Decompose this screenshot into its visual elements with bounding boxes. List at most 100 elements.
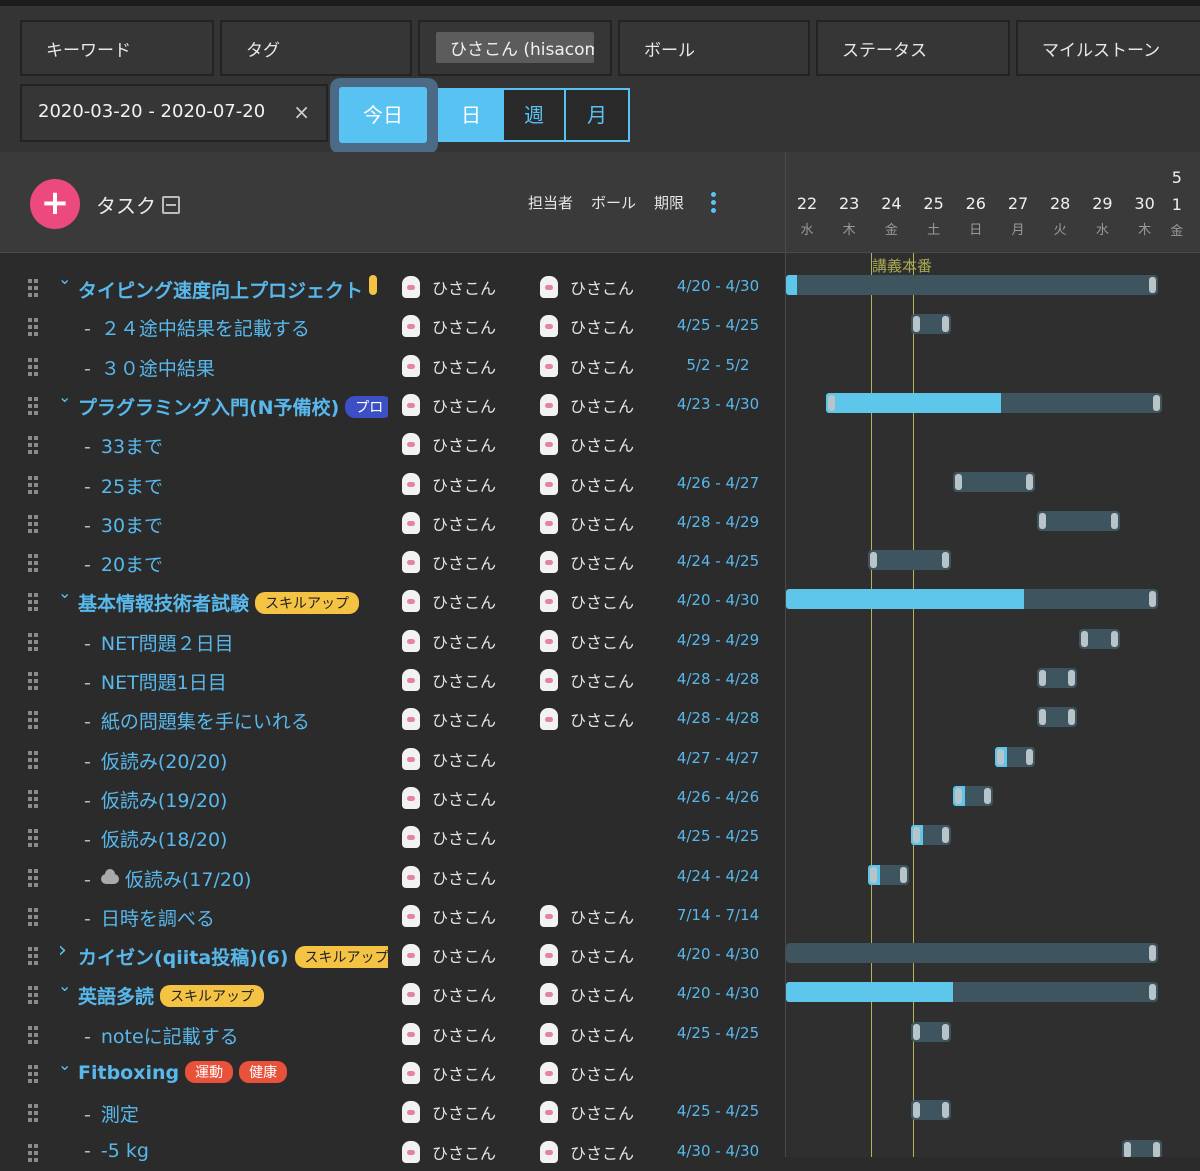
- chevron-down-icon[interactable]: ⌄: [58, 269, 71, 288]
- task-name[interactable]: カイゼン(qiita投稿)(6) スキルアップ: [78, 943, 388, 970]
- task-row[interactable]: - noteに記載する ひさこん ひさこん 4/25 - 4/25: [0, 1014, 785, 1053]
- ball-cell[interactable]: ひさこん: [540, 1140, 634, 1164]
- bar-handle-right[interactable]: [1026, 473, 1034, 490]
- gantt-bar[interactable]: [1037, 668, 1078, 688]
- assignee-cell[interactable]: ひさこん: [402, 589, 496, 613]
- task-row[interactable]: -20まで ひさこん ひさこん 4/24 - 4/25: [0, 542, 785, 581]
- chevron-down-icon[interactable]: ⌄: [58, 387, 71, 406]
- view-day-button[interactable]: 日: [438, 88, 504, 142]
- drag-handle-icon[interactable]: [28, 750, 42, 769]
- task-name[interactable]: - noteに記載する: [84, 1022, 239, 1049]
- bar-handle-right[interactable]: [1152, 1141, 1160, 1157]
- chevron-right-icon[interactable]: ›: [58, 938, 67, 963]
- task-row[interactable]: - 仮読み(20/20) ひさこん 4/27 - 4/27: [0, 739, 785, 778]
- assignee-cell[interactable]: ひさこん: [402, 904, 496, 928]
- task-row[interactable]: -33まで ひさこん ひさこん: [0, 424, 785, 463]
- deadline-cell[interactable]: 4/25 - 4/25: [676, 1024, 760, 1042]
- gantt-bar[interactable]: [786, 589, 1158, 610]
- drag-handle-icon[interactable]: [28, 396, 42, 415]
- kebab-menu-icon[interactable]: [711, 192, 717, 216]
- deadline-cell[interactable]: 4/24 - 4/24: [676, 867, 760, 885]
- task-row[interactable]: ⌄ 英語多読 スキルアップ ひさこん ひさこん 4/20 - 4/30: [0, 974, 785, 1013]
- ball-cell[interactable]: ひさこん: [540, 314, 634, 338]
- deadline-cell[interactable]: 4/20 - 4/30: [676, 945, 760, 963]
- drag-handle-icon[interactable]: [28, 318, 42, 337]
- assignee-cell[interactable]: ひさこん: [402, 865, 496, 889]
- drag-handle-icon[interactable]: [28, 947, 42, 966]
- assignee-cell[interactable]: ひさこん: [402, 472, 496, 496]
- assignee-cell[interactable]: ひさこん: [402, 1061, 496, 1085]
- bar-handle-left[interactable]: [954, 473, 962, 490]
- deadline-cell[interactable]: 4/28 - 4/28: [676, 709, 760, 727]
- task-name[interactable]: -３０途中結果: [84, 354, 215, 381]
- deadline-cell[interactable]: 4/29 - 4/29: [676, 631, 760, 649]
- task-name[interactable]: - 仮読み(19/20): [84, 786, 227, 813]
- bar-handle-left[interactable]: [912, 1102, 920, 1119]
- deadline-cell[interactable]: 4/28 - 4/28: [676, 670, 760, 688]
- clear-date-icon[interactable]: ×: [293, 100, 310, 124]
- bar-handle-left[interactable]: [870, 866, 878, 883]
- chevron-down-icon[interactable]: ⌄: [58, 976, 71, 995]
- tag-filter[interactable]: タグ: [220, 20, 412, 76]
- ball-filter[interactable]: ボール: [618, 20, 810, 76]
- task-row[interactable]: - -5 kg ひさこん ひさこん 4/30 - 4/30: [0, 1132, 785, 1171]
- drag-handle-icon[interactable]: [28, 711, 42, 730]
- bar-handle-left[interactable]: [1123, 1141, 1131, 1157]
- bar-handle-left[interactable]: [997, 748, 1004, 765]
- keyword-filter[interactable]: キーワード: [20, 20, 214, 76]
- task-name[interactable]: 英語多読 スキルアップ: [78, 982, 265, 1009]
- assignee-cell[interactable]: ひさこん: [402, 982, 496, 1006]
- ball-cell[interactable]: ひさこん: [540, 668, 634, 692]
- task-row[interactable]: - 日時を調べる ひさこん ひさこん 7/14 - 7/14: [0, 896, 785, 935]
- drag-handle-icon[interactable]: [28, 907, 42, 926]
- task-row[interactable]: - 測定 ひさこん ひさこん 4/25 - 4/25: [0, 1092, 785, 1131]
- view-week-button[interactable]: 週: [502, 88, 566, 142]
- plus-icon[interactable]: +: [30, 179, 80, 229]
- assignee-filter[interactable]: ひさこん (hisacom: [418, 20, 612, 76]
- bar-handle-right[interactable]: [1152, 394, 1160, 411]
- bar-handle-right[interactable]: [1149, 984, 1156, 1001]
- drag-handle-icon[interactable]: [28, 514, 42, 533]
- gantt-bar[interactable]: [910, 314, 951, 335]
- deadline-cell[interactable]: 4/27 - 4/27: [676, 749, 760, 767]
- ball-cell[interactable]: ひさこん: [540, 354, 634, 378]
- status-filter[interactable]: ステータス: [816, 20, 1010, 76]
- bar-handle-right[interactable]: [983, 787, 991, 804]
- bar-handle-left[interactable]: [912, 316, 920, 333]
- task-row[interactable]: - 紙の問題集を手にいれる ひさこん ひさこん 4/28 - 4/28: [0, 699, 785, 738]
- ball-cell[interactable]: ひさこん: [540, 393, 634, 417]
- bar-handle-right[interactable]: [899, 866, 907, 883]
- drag-handle-icon[interactable]: [28, 829, 42, 848]
- ball-cell[interactable]: ひさこん: [540, 432, 634, 456]
- assignee-cell[interactable]: ひさこん: [402, 629, 496, 653]
- bar-handle-left[interactable]: [870, 552, 878, 569]
- tag-badge[interactable]: [369, 275, 378, 295]
- bar-handle-right[interactable]: [1149, 591, 1156, 608]
- assignee-cell[interactable]: ひさこん: [402, 1100, 496, 1124]
- deadline-cell[interactable]: 4/24 - 4/25: [676, 552, 760, 570]
- gantt-bar[interactable]: [1079, 628, 1120, 649]
- tag-badge[interactable]: 運動: [185, 1061, 234, 1083]
- drag-handle-icon[interactable]: [28, 632, 42, 651]
- deadline-cell[interactable]: 4/25 - 4/25: [676, 1102, 760, 1120]
- task-row[interactable]: -３０途中結果 ひさこん ひさこん 5/2 - 5/2: [0, 346, 785, 385]
- assignee-chip[interactable]: ひさこん (hisacom: [436, 32, 594, 63]
- assignee-cell[interactable]: ひさこん: [402, 1140, 496, 1164]
- gantt-bar[interactable]: [952, 785, 993, 806]
- drag-handle-icon[interactable]: [28, 1025, 42, 1044]
- drag-handle-icon[interactable]: [28, 475, 42, 494]
- gantt-bar[interactable]: [910, 1021, 951, 1042]
- deadline-cell[interactable]: 5/2 - 5/2: [676, 356, 760, 374]
- assignee-cell[interactable]: ひさこん: [402, 275, 496, 299]
- ball-cell[interactable]: ひさこん: [540, 511, 634, 535]
- deadline-cell[interactable]: 4/26 - 4/26: [676, 788, 760, 806]
- task-name[interactable]: - 測定: [84, 1100, 139, 1127]
- drag-handle-icon[interactable]: [28, 1143, 42, 1162]
- ball-cell[interactable]: ひさこん: [540, 1061, 634, 1085]
- bar-handle-right[interactable]: [1068, 670, 1076, 686]
- gantt-bar[interactable]: [952, 471, 1036, 492]
- tag-badge[interactable]: スキルアップ: [160, 985, 265, 1008]
- bar-handle-right[interactable]: [941, 1102, 949, 1119]
- assignee-cell[interactable]: ひさこん: [402, 1022, 496, 1046]
- deadline-cell[interactable]: 7/14 - 7/14: [676, 906, 760, 924]
